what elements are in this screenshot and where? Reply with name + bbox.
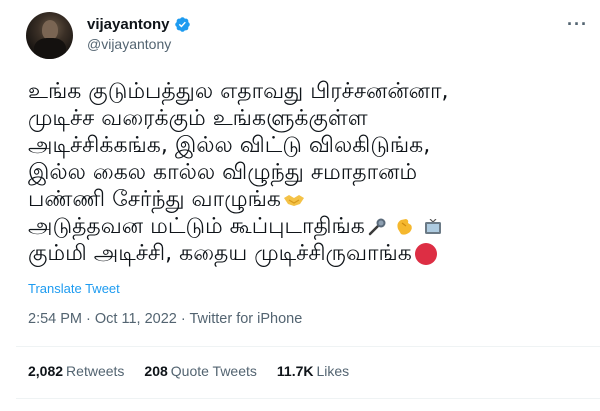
tweet-line-with-emoji: கும்மி அடிச்சி, கதைய முடிச்சிருவாங்க: [28, 240, 588, 267]
quote-tweets-label: Quote Tweets: [170, 363, 257, 379]
likes-count: 11.7K: [276, 363, 314, 379]
tweet-line-text: அடுத்தவன மட்டும் கூப்புடாதிங்க: [28, 214, 365, 239]
user-handle[interactable]: @vijayantony: [87, 36, 171, 52]
tweet-header: vijayantony @vijayantony ···: [26, 12, 592, 59]
avatar[interactable]: [26, 12, 73, 59]
retweets-stat[interactable]: 2,082 Retweets: [28, 363, 124, 379]
display-name[interactable]: vijayantony: [87, 16, 170, 33]
handshake-emoji-icon: [283, 195, 304, 206]
tweet-line: உங்க குடும்பத்துல எதாவது பிரச்சனன்னா,: [28, 79, 449, 104]
tweet-line-with-emoji: அடுத்தவன மட்டும் கூப்புடாதிங்க: [28, 213, 588, 240]
clapping-hand-emoji-icon: [397, 219, 412, 235]
avatar-face: [42, 20, 58, 40]
meta-separator: ·: [82, 311, 95, 327]
microphone-emoji-icon: [368, 218, 386, 236]
meta-separator: ·: [176, 311, 190, 327]
tweet-stats: 2,082 Retweets 208 Quote Tweets 11.7K Likes: [28, 363, 369, 379]
television-emoji-icon: [424, 219, 441, 234]
tweet-line: இல்ல கைல கால்ல விழுந்து சமாதானம்: [28, 160, 418, 185]
divider: [16, 398, 600, 399]
tweet-line-with-emoji: பண்ணி சேர்ந்து வாழுங்க: [28, 186, 588, 213]
retweets-label: Retweets: [66, 363, 125, 379]
quote-tweets-count: 208: [144, 363, 168, 379]
tweet-date[interactable]: Oct 11, 2022: [95, 311, 177, 327]
more-options-icon[interactable]: ···: [567, 14, 588, 35]
name-row: vijayantony: [87, 16, 191, 33]
retweets-count: 2,082: [28, 363, 64, 379]
likes-stat[interactable]: 11.7K Likes: [277, 363, 349, 379]
tweet-line: முடிச்ச வரைக்கும் உங்களுக்குள்ள: [28, 106, 368, 131]
tweet-line-text: பண்ணி சேர்ந்து வாழுங்க: [28, 187, 281, 212]
avatar-body: [34, 38, 66, 59]
quote-tweets-stat[interactable]: 208 Quote Tweets: [144, 363, 257, 379]
likes-label: Likes: [316, 363, 350, 379]
tweet-time[interactable]: 2:54 PM: [28, 311, 82, 327]
tweet-line-text: கும்மி அடிச்சி, கதைய முடிச்சிருவாங்க: [28, 241, 412, 266]
tweet-meta: 2:54 PM · Oct 11, 2022 · Twitter for iPh…: [28, 311, 302, 327]
red-circle-emoji-icon: [414, 243, 437, 265]
tweet-text: உங்க குடும்பத்துல எதாவது பிரச்சனன்னா, மு…: [28, 78, 588, 267]
tweet-source[interactable]: Twitter for iPhone: [189, 311, 302, 327]
translate-tweet-link[interactable]: Translate Tweet: [28, 281, 120, 296]
tweet-line: அடிச்சிக்கங்க, இல்ல விட்டு விலகிடுங்க,: [28, 133, 431, 158]
divider: [16, 346, 600, 347]
verified-badge-icon: [174, 17, 190, 32]
